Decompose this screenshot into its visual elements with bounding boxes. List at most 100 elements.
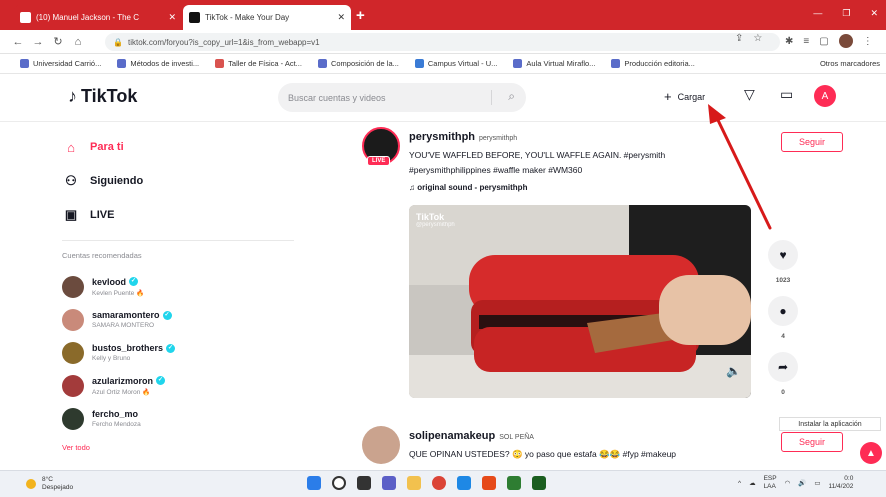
send-icon[interactable]: ▽: [744, 86, 755, 103]
tiktok-favicon-icon: [189, 12, 200, 23]
onedrive-icon[interactable]: ☁: [749, 479, 756, 487]
tab-title: TikTok - Make Your Day: [205, 13, 290, 22]
search-input[interactable]: Buscar cuentas y videos ⌕: [278, 83, 526, 112]
taskbar-apps: [307, 476, 546, 490]
live-badge: LIVE: [367, 156, 391, 166]
new-tab-button[interactable]: +: [356, 7, 365, 24]
browser-tab-tiktok[interactable]: TikTok - Make Your Day ✕: [183, 5, 351, 30]
bookmark-item[interactable]: Composición de la...: [317, 59, 399, 68]
upload-button[interactable]: + Cargar: [664, 89, 705, 104]
nav-for-you[interactable]: ⌂ Para ti: [62, 130, 298, 164]
nav-live[interactable]: ▣ LIVE: [62, 198, 298, 232]
profile-avatar-icon[interactable]: [838, 34, 853, 48]
bookmark-icon: [317, 59, 327, 68]
tray-chevron-icon[interactable]: ^: [738, 480, 741, 487]
app-icon[interactable]: [482, 476, 496, 490]
volume-icon[interactable]: 🔊: [798, 479, 806, 487]
follow-button[interactable]: Seguir: [781, 132, 843, 152]
following-icon: ⚇: [65, 173, 77, 188]
avatar: [62, 407, 84, 430]
tiktok-logo[interactable]: ♪ TikTok: [68, 86, 137, 107]
suggested-account[interactable]: bustos_brothers ✓ Kelly y Bruno: [62, 336, 298, 369]
sun-icon: [26, 479, 36, 489]
sidepanel-icon[interactable]: ▢: [819, 36, 828, 47]
bookmark-icon: [20, 59, 29, 68]
chrome-icon[interactable]: [432, 476, 446, 490]
post-author-avatar[interactable]: [362, 426, 400, 464]
video-player[interactable]: TikTok @perysmithph 🔈: [409, 205, 751, 398]
bookmark-icon: [117, 59, 127, 68]
avatar: [62, 374, 84, 397]
tab-title: (10) Manuel Jackson - The C: [36, 13, 140, 22]
bookmark-item[interactable]: Universidad Carrió...: [20, 59, 101, 68]
url-actions: ⇪ ☆: [735, 33, 762, 44]
suggested-account[interactable]: fercho_mo Fercho Mendoza: [62, 402, 298, 435]
teams-icon[interactable]: [382, 476, 396, 490]
avatar: [62, 275, 84, 298]
profile-avatar[interactable]: A: [814, 85, 836, 107]
post-author[interactable]: perysmithph perysmithph: [409, 131, 517, 143]
close-tab-icon[interactable]: ✕: [337, 12, 345, 23]
close-tab-icon[interactable]: ✕: [168, 12, 176, 23]
share-icon[interactable]: ⇪: [735, 33, 743, 44]
bookmark-item[interactable]: Taller de Física - Act...: [215, 59, 302, 68]
app-icon[interactable]: [507, 476, 521, 490]
search-icon[interactable]: ⌕: [508, 89, 515, 104]
avatar: [62, 308, 84, 331]
url-field[interactable]: 🔒 tiktok.com/foryou?is_copy_url=1&is_fro…: [105, 33, 780, 51]
comment-button[interactable]: ●: [768, 296, 798, 326]
home-icon: ⌂: [67, 139, 75, 155]
tiktok-watermark: TikTok @perysmithph: [416, 212, 455, 228]
close-window-icon[interactable]: ✕: [870, 8, 878, 19]
language-indicator[interactable]: ESP LAA: [764, 475, 777, 491]
browser-toolbar-right: ✱ ≡ ▢ ⋮: [785, 34, 873, 48]
task-view-icon[interactable]: [357, 476, 371, 490]
reload-icon[interactable]: ↻: [48, 35, 68, 48]
extension-icon[interactable]: ✱: [785, 36, 793, 47]
maximize-icon[interactable]: ❐: [842, 8, 850, 19]
bookmark-item[interactable]: Métodos de investi...: [117, 59, 199, 68]
browser-tab-youtube[interactable]: (10) Manuel Jackson - The C ✕: [14, 5, 182, 30]
post-sound-link[interactable]: ♫ original sound - perysmithph: [409, 183, 527, 192]
inbox-icon[interactable]: ▭: [780, 86, 793, 103]
weather-widget[interactable]: 8°C Despejado: [26, 476, 73, 492]
tiktok-note-icon: ♪: [68, 86, 77, 106]
reading-list-icon[interactable]: ≡: [803, 36, 809, 47]
nav-following[interactable]: ⚇ Siguiendo: [62, 164, 298, 198]
minimize-icon[interactable]: —: [813, 8, 822, 19]
bookmark-item[interactable]: Producción editoria...: [611, 59, 695, 68]
suggested-account[interactable]: samaramontero ✓ SAMARA MONTERO: [62, 303, 298, 336]
battery-icon[interactable]: ▭: [814, 479, 820, 487]
start-icon[interactable]: [307, 476, 321, 490]
like-button[interactable]: ♥: [768, 240, 798, 270]
other-bookmarks[interactable]: Otros marcadores: [820, 59, 880, 68]
like-count: 1023: [775, 277, 791, 284]
mute-icon[interactable]: 🔈: [726, 364, 741, 378]
share-button[interactable]: ➦: [768, 352, 798, 382]
post-author[interactable]: solipenamakeup SOL PEÑA: [409, 430, 534, 442]
suggested-account[interactable]: kevlood ✓ Kevlen Puente 🔥: [62, 270, 298, 303]
verified-icon: ✓: [162, 310, 172, 320]
follow-button[interactable]: Seguir: [781, 432, 843, 452]
browser-tab-bar: (10) Manuel Jackson - The C ✕ TikTok - M…: [0, 0, 886, 30]
wifi-icon[interactable]: ◠: [785, 479, 791, 487]
scroll-top-icon[interactable]: ▲: [860, 442, 882, 464]
suggested-account[interactable]: azularizmoron ✓ Azul Ortiz Moron 🔥: [62, 369, 298, 402]
edge-icon[interactable]: [457, 476, 471, 490]
home-browser-icon[interactable]: ⌂: [68, 36, 88, 48]
file-explorer-icon[interactable]: [407, 476, 421, 490]
lock-icon: 🔒: [113, 37, 123, 47]
bookmark-item[interactable]: Campus Virtual - U...: [414, 59, 497, 68]
menu-dots-icon[interactable]: ⋮: [863, 36, 873, 47]
excel-icon[interactable]: [532, 476, 546, 490]
search-taskbar-icon[interactable]: [332, 476, 346, 490]
system-tray: ^ ☁ ESP LAA ◠ 🔊 ▭ 0:0 11/4/202: [738, 475, 853, 491]
clock[interactable]: 0:0 11/4/202: [829, 475, 854, 491]
star-icon[interactable]: ☆: [753, 33, 762, 44]
see-all-link[interactable]: Ver todo: [62, 443, 298, 452]
forward-icon[interactable]: →: [28, 36, 48, 48]
bookmark-icon: [414, 59, 424, 68]
window-controls: — ❐ ✕: [813, 8, 878, 19]
back-icon[interactable]: ←: [8, 36, 28, 48]
bookmark-item[interactable]: Aula Virtual Miraflo...: [513, 59, 595, 68]
